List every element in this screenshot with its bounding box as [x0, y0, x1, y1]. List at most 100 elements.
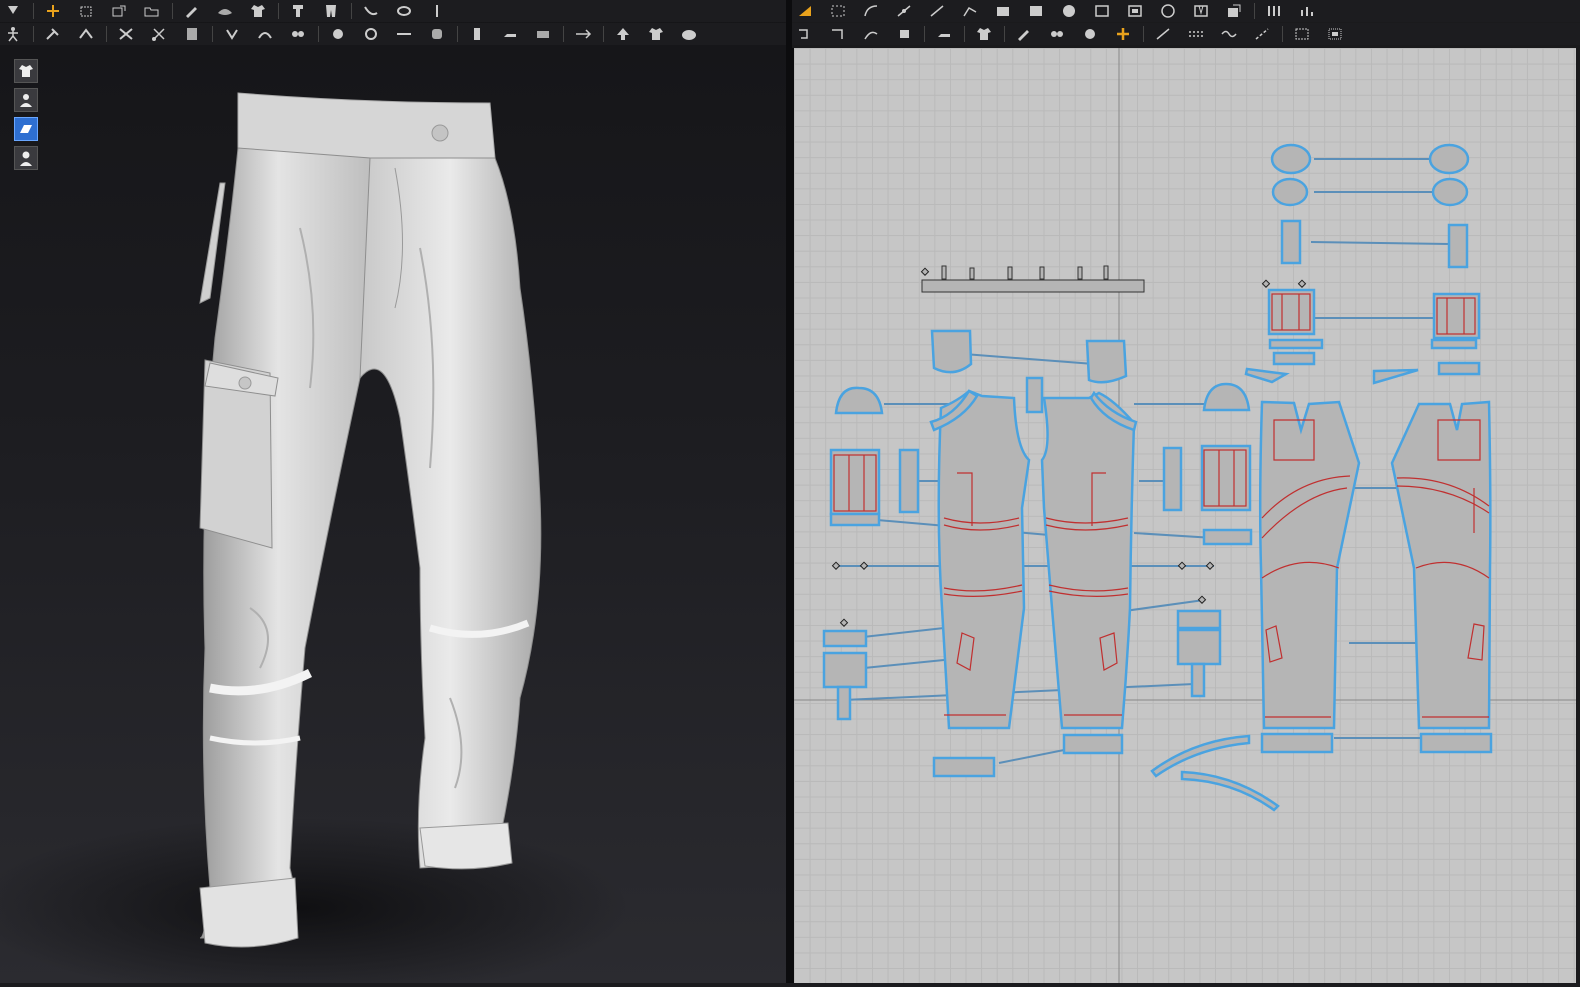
buttonhole-icon[interactable] [252, 24, 278, 44]
rectangle-icon[interactable] [990, 1, 1016, 21]
arrange-icon[interactable] [73, 24, 99, 44]
edit-point-icon[interactable] [891, 1, 917, 21]
pattern-piece[interactable] [1176, 609, 1222, 630]
measure-2d-icon[interactable] [1249, 24, 1275, 44]
pattern-piece[interactable] [1085, 339, 1128, 384]
export-icon[interactable] [610, 24, 636, 44]
measure-icon[interactable] [424, 1, 450, 21]
front-leg-left-pattern[interactable] [937, 389, 1031, 730]
trace-icon[interactable] [1221, 1, 1247, 21]
silhouette-icon[interactable] [14, 146, 38, 170]
pattern-piece[interactable] [1244, 367, 1290, 384]
internal-circle-icon[interactable] [1155, 1, 1181, 21]
pattern-piece[interactable] [1202, 382, 1251, 412]
2d-pattern-canvas[interactable] [792, 48, 1576, 983]
cloud-icon[interactable] [676, 24, 702, 44]
3d-viewport[interactable] [0, 48, 786, 987]
sew-icon[interactable] [971, 24, 997, 44]
back-leg-right-pattern[interactable] [1390, 400, 1492, 730]
dart-icon[interactable] [1188, 1, 1214, 21]
internal-polygon-icon[interactable] [1089, 1, 1115, 21]
pattern-piece[interactable] [1431, 177, 1469, 207]
solid-rect-icon[interactable] [1023, 1, 1049, 21]
pin-icon[interactable] [40, 24, 66, 44]
pleat-icon[interactable] [891, 24, 917, 44]
pattern-piece[interactable] [836, 685, 852, 721]
folder-icon[interactable] [139, 1, 165, 21]
arrange-2d-icon[interactable] [1077, 24, 1103, 44]
curve-icon[interactable] [1216, 24, 1242, 44]
pose-icon[interactable] [285, 1, 311, 21]
pattern-piece[interactable] [930, 329, 973, 374]
pattern-piece[interactable] [1372, 368, 1419, 385]
edit-curve-icon[interactable] [858, 1, 884, 21]
snap-icon[interactable] [1110, 24, 1136, 44]
pattern-piece[interactable] [1202, 528, 1253, 546]
free-notch-icon[interactable] [858, 24, 884, 44]
polygon-icon[interactable] [957, 1, 983, 21]
puckering-icon[interactable] [464, 24, 490, 44]
pattern-piece[interactable] [1180, 770, 1280, 812]
fold-arrange-icon[interactable] [113, 24, 139, 44]
free-sewing-icon[interactable] [1294, 1, 1320, 21]
garment-icon[interactable] [14, 59, 38, 83]
topstitch-icon[interactable] [325, 24, 351, 44]
circle-icon[interactable] [1056, 1, 1082, 21]
back-leg-left-pattern[interactable] [1258, 400, 1361, 730]
fold-icon[interactable] [212, 1, 238, 21]
pattern-piece[interactable] [1062, 733, 1124, 755]
grid-icon[interactable] [1289, 24, 1315, 44]
pattern-piece[interactable] [829, 448, 881, 516]
avatar-pose-icon[interactable] [0, 24, 26, 44]
line-icon[interactable] [1150, 24, 1176, 44]
dash-icon[interactable] [1183, 24, 1209, 44]
iron-icon[interactable] [497, 24, 523, 44]
pattern-piece[interactable] [921, 279, 1145, 293]
select-all-icon[interactable] [1322, 24, 1348, 44]
garment-display-toggle-icon[interactable] [14, 117, 38, 141]
pattern-piece[interactable] [1447, 223, 1469, 269]
transform-pattern-icon[interactable] [825, 1, 851, 21]
pattern-piece[interactable] [1430, 338, 1478, 350]
pattern-piece[interactable] [822, 651, 868, 689]
pattern-piece[interactable] [1432, 292, 1481, 340]
pants-icon[interactable] [318, 1, 344, 21]
pattern-piece[interactable] [1200, 444, 1252, 512]
seam-tape-icon[interactable] [424, 24, 450, 44]
pattern-piece[interactable] [1268, 338, 1324, 350]
select-move-icon[interactable] [0, 1, 26, 21]
edit-sewing-icon[interactable] [825, 24, 851, 44]
tack-2d-icon[interactable] [1011, 24, 1037, 44]
button-icon[interactable] [219, 24, 245, 44]
cut-icon[interactable] [146, 24, 172, 44]
pattern-piece[interactable] [834, 386, 884, 415]
internal-rect-icon[interactable] [1122, 1, 1148, 21]
pattern-piece[interactable] [1419, 732, 1493, 754]
pattern-piece[interactable] [1267, 288, 1316, 336]
tack-icon[interactable] [391, 1, 417, 21]
fold-2d-icon[interactable] [1044, 24, 1070, 44]
pattern-piece[interactable] [1280, 219, 1302, 265]
pattern-piece[interactable] [1150, 734, 1251, 778]
fabric-icon[interactable] [530, 24, 556, 44]
pattern-piece[interactable] [822, 629, 868, 648]
notch-icon[interactable] [792, 24, 818, 44]
pattern-piece[interactable] [1428, 143, 1470, 175]
pattern-piece[interactable] [1271, 177, 1309, 207]
clothing-icon[interactable] [643, 24, 669, 44]
adjust-icon[interactable] [792, 1, 818, 21]
pattern-piece[interactable] [1025, 376, 1044, 414]
shirt-icon[interactable] [245, 1, 271, 21]
pattern-piece[interactable] [1437, 361, 1481, 376]
transform-icon[interactable] [40, 1, 66, 21]
segment-sewing-icon[interactable] [1261, 1, 1287, 21]
pattern-piece[interactable] [1190, 662, 1206, 698]
gizmo-icon[interactable] [106, 1, 132, 21]
iron-2d-icon[interactable] [931, 24, 957, 44]
front-leg-right-pattern[interactable] [1040, 391, 1136, 730]
add-point-icon[interactable] [924, 1, 950, 21]
edit-pattern-icon[interactable] [179, 1, 205, 21]
pattern-piece[interactable] [1162, 446, 1183, 512]
pattern-piece[interactable] [1176, 628, 1222, 666]
avatar-icon[interactable] [14, 88, 38, 112]
